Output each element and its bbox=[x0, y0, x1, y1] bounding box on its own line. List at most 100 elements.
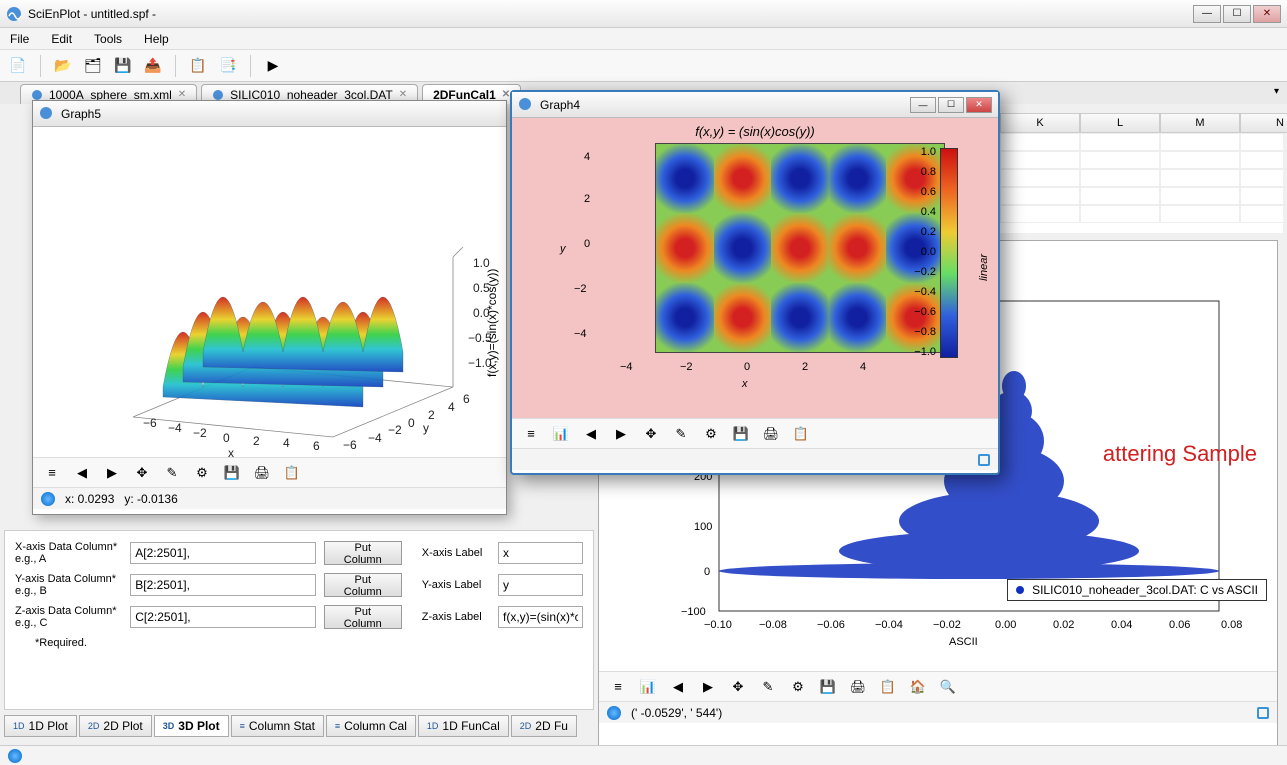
edit-icon[interactable]: ✎ bbox=[757, 676, 779, 698]
tab-2d-plot[interactable]: 2D2D Plot bbox=[79, 715, 152, 737]
svg-text:−2: −2 bbox=[193, 426, 207, 440]
heatmap bbox=[655, 143, 945, 353]
clipboard-icon[interactable]: 📑 bbox=[216, 54, 240, 78]
back-icon[interactable]: ◀ bbox=[580, 423, 602, 445]
pan-icon[interactable]: ✥ bbox=[640, 423, 662, 445]
copy-icon[interactable]: 📋 bbox=[281, 462, 303, 484]
tab-2d-funcal[interactable]: 2D2D Fu bbox=[511, 715, 577, 737]
put-column-x-button[interactable]: Put Column bbox=[324, 541, 402, 565]
svg-text:−4: −4 bbox=[168, 421, 182, 435]
print-icon[interactable]: 🖨 bbox=[847, 676, 869, 698]
resize-grip-icon[interactable] bbox=[978, 454, 990, 466]
x-data-input[interactable] bbox=[130, 542, 315, 564]
print-icon[interactable]: 🖨 bbox=[760, 423, 782, 445]
minimize-button[interactable]: — bbox=[910, 97, 936, 113]
print-icon[interactable]: 🖨 bbox=[251, 462, 273, 484]
col-L[interactable]: L bbox=[1080, 113, 1160, 133]
menu-icon[interactable]: ≡ bbox=[520, 423, 542, 445]
x-label-input[interactable] bbox=[498, 542, 583, 564]
graph5-toolbar: ≡ ◀ ▶ ✥ ✎ ⚙ 💾 🖨 📋 bbox=[33, 457, 506, 487]
menu-file[interactable]: File bbox=[6, 30, 33, 48]
tab-1d-plot[interactable]: 1D1D Plot bbox=[4, 715, 77, 737]
minimize-button[interactable]: — bbox=[1193, 5, 1221, 23]
graph4-statusbar bbox=[512, 448, 998, 470]
y-label-input[interactable] bbox=[498, 574, 583, 596]
svg-text:−6: −6 bbox=[143, 416, 157, 430]
menu-tools[interactable]: Tools bbox=[90, 30, 126, 48]
resize-grip-icon[interactable] bbox=[1257, 707, 1269, 719]
svg-text:6: 6 bbox=[463, 392, 470, 406]
svg-text:y: y bbox=[423, 421, 429, 435]
home-icon[interactable]: 🏠 bbox=[907, 676, 929, 698]
svg-text:x: x bbox=[228, 446, 234, 457]
sheet-column-headers: K L M N bbox=[1000, 113, 1283, 133]
graph5-plot: −6−4−2 0246 x −6−4−2 0246 y 1.00.50.0 −0… bbox=[33, 127, 506, 457]
save-icon[interactable]: 💾 bbox=[221, 462, 243, 484]
new-icon[interactable]: 📄 bbox=[6, 54, 30, 78]
menu-help[interactable]: Help bbox=[140, 30, 173, 48]
back-icon[interactable]: ◀ bbox=[667, 676, 689, 698]
pan-icon[interactable]: ✥ bbox=[131, 462, 153, 484]
col-K[interactable]: K bbox=[1000, 113, 1080, 133]
config-icon[interactable]: ⚙ bbox=[191, 462, 213, 484]
tab-3d-plot[interactable]: 3D3D Plot bbox=[154, 715, 229, 737]
config-icon[interactable]: ⚙ bbox=[787, 676, 809, 698]
graph5-window: Graph5 − bbox=[32, 100, 507, 515]
graph4-toolbar: ≡ 📊 ◀ ▶ ✥ ✎ ⚙ 💾 🖨 📋 bbox=[512, 418, 998, 448]
menu-edit[interactable]: Edit bbox=[47, 30, 76, 48]
pan-icon[interactable]: ✥ bbox=[727, 676, 749, 698]
close-icon[interactable]: ✕ bbox=[399, 89, 407, 100]
chart-icon[interactable]: 📊 bbox=[637, 676, 659, 698]
forward-icon[interactable]: ▶ bbox=[101, 462, 123, 484]
menu-icon[interactable]: ≡ bbox=[607, 676, 629, 698]
back-icon[interactable]: ◀ bbox=[71, 462, 93, 484]
y-data-input[interactable] bbox=[130, 574, 315, 596]
col-N[interactable]: N bbox=[1240, 113, 1287, 133]
sheet-grid[interactable] bbox=[1000, 133, 1283, 233]
z-data-input[interactable] bbox=[130, 606, 315, 628]
tab-column-cal[interactable]: ≡Column Cal bbox=[326, 715, 416, 737]
menu-icon[interactable]: ≡ bbox=[41, 462, 63, 484]
chart-icon[interactable]: 📊 bbox=[550, 423, 572, 445]
put-column-z-button[interactable]: Put Column bbox=[324, 605, 402, 629]
info-icon bbox=[607, 706, 621, 720]
copy-icon[interactable]: 📋 bbox=[877, 676, 899, 698]
window-icon bbox=[518, 97, 534, 113]
tabs-dropdown-icon[interactable]: ▾ bbox=[1274, 86, 1279, 97]
svg-text:0: 0 bbox=[223, 431, 230, 445]
run-icon[interactable]: ▶ bbox=[261, 54, 285, 78]
config-icon[interactable]: ⚙ bbox=[700, 423, 722, 445]
save-icon[interactable]: 💾 bbox=[817, 676, 839, 698]
save-icon[interactable]: 💾 bbox=[730, 423, 752, 445]
tab-column-stat[interactable]: ≡Column Stat bbox=[231, 715, 324, 737]
graph4-title: Graph4 bbox=[540, 98, 580, 112]
doc-icon[interactable]: 📋 bbox=[186, 54, 210, 78]
put-column-y-button[interactable]: Put Column bbox=[324, 573, 402, 597]
colorbar bbox=[940, 148, 958, 358]
save-icon[interactable]: 💾 bbox=[111, 54, 135, 78]
open-icon[interactable]: 📂 bbox=[51, 54, 75, 78]
copy-icon[interactable]: 📋 bbox=[790, 423, 812, 445]
forward-icon[interactable]: ▶ bbox=[610, 423, 632, 445]
forward-icon[interactable]: ▶ bbox=[697, 676, 719, 698]
close-icon[interactable]: ✕ bbox=[178, 89, 186, 100]
graph5-title: Graph5 bbox=[61, 107, 101, 121]
svg-text:0: 0 bbox=[408, 416, 415, 430]
close-button[interactable]: ✕ bbox=[966, 97, 992, 113]
close-button[interactable]: ✕ bbox=[1253, 5, 1281, 23]
edit-icon[interactable]: ✎ bbox=[670, 423, 692, 445]
edit-icon[interactable]: ✎ bbox=[161, 462, 183, 484]
close-icon[interactable]: ✕ bbox=[502, 89, 510, 100]
tab-1d-funcal[interactable]: 1D1D FunCal bbox=[418, 715, 509, 737]
scatter-title: attering Sample bbox=[1103, 441, 1257, 467]
maximize-button[interactable]: ☐ bbox=[1223, 5, 1251, 23]
window-icon bbox=[39, 106, 55, 122]
folder-icon[interactable]: 🗂 bbox=[81, 54, 105, 78]
z-label-input[interactable] bbox=[498, 606, 583, 628]
col-M[interactable]: M bbox=[1160, 113, 1240, 133]
zoom-icon[interactable]: 🔍 bbox=[937, 676, 959, 698]
svg-text:f(x,y)=(sin(x)*cos(y)): f(x,y)=(sin(x)*cos(y)) bbox=[485, 269, 499, 377]
scatter-statusbar: (' -0.0529', ' 544') bbox=[599, 701, 1277, 723]
export-icon[interactable]: 📤 bbox=[141, 54, 165, 78]
maximize-button[interactable]: ☐ bbox=[938, 97, 964, 113]
